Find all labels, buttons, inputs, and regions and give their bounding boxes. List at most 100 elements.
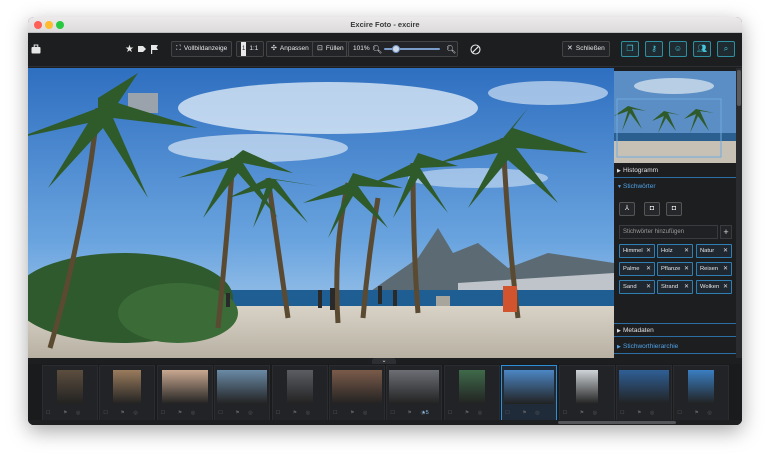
flag-icon[interactable]: ⚑	[63, 410, 67, 416]
keyword-chip[interactable]: Himmel ✕	[619, 244, 655, 258]
remove-keyword-icon[interactable]: ✕	[723, 245, 728, 257]
histogram-section[interactable]: ▶ Histogramm	[614, 164, 736, 178]
key-button[interactable]: ⚷	[645, 41, 663, 57]
flag-icon[interactable]: ⚑	[465, 410, 469, 416]
star-rating[interactable]: ★5	[421, 410, 428, 416]
keyword-chip[interactable]: Wolken ✕	[696, 280, 732, 294]
label-icon[interactable]: ◎	[650, 410, 654, 416]
flag-icon[interactable]: ⚑	[350, 410, 354, 416]
navigator-preview[interactable]	[614, 71, 736, 163]
filmstrip-scrollbar-thumb[interactable]	[558, 421, 676, 424]
checkbox-icon[interactable]: ☐	[563, 410, 567, 416]
face-button[interactable]: ☺	[669, 41, 687, 57]
checkbox-icon[interactable]: ☐	[505, 410, 509, 416]
filmstrip-thumbnail[interactable]: ☐ ⚑ ◎ ★5	[386, 365, 443, 421]
checkbox-icon[interactable]: ☐	[276, 410, 280, 416]
filmstrip-thumbnail[interactable]: ☐ ⚑ ◎	[443, 365, 500, 421]
metadata-section[interactable]: ▶ Metadaten	[614, 323, 736, 337]
people-button[interactable]: 👥︎	[693, 41, 711, 57]
keywords-section[interactable]: ▼ Stichwörter	[614, 180, 736, 194]
checkbox-icon[interactable]: ☐	[46, 410, 50, 416]
filmstrip-scrollbar[interactable]	[28, 420, 742, 425]
panel-scrollbar[interactable]	[736, 68, 742, 358]
checkbox-icon[interactable]: ☐	[620, 410, 624, 416]
remove-keyword-icon[interactable]: ✕	[646, 245, 651, 257]
flag-icon[interactable]: ⚑	[522, 410, 526, 416]
label-icon[interactable]: ◎	[707, 410, 711, 416]
flag-icon[interactable]: ⚑	[407, 410, 411, 416]
flag-icon[interactable]	[150, 44, 159, 57]
fit-button[interactable]: ✣ Anpassen	[266, 41, 314, 57]
keyword-person-button[interactable]: ⅄	[619, 202, 635, 216]
no-compare-icon[interactable]	[470, 44, 481, 58]
checkbox-icon[interactable]: ☐	[333, 410, 337, 416]
keyword-chip[interactable]: Holz ✕	[657, 244, 693, 258]
flag-icon[interactable]: ⚑	[120, 410, 124, 416]
keyword-chip[interactable]: Sand ✕	[619, 280, 655, 294]
label-icon[interactable]: ◎	[363, 410, 367, 416]
fill-button[interactable]: ⊡ Füllen	[312, 41, 349, 57]
remove-keyword-icon[interactable]: ✕	[723, 263, 728, 275]
label-icon[interactable]: ◎	[191, 410, 195, 416]
checkbox-icon[interactable]: ☐	[103, 410, 107, 416]
star-icon[interactable]: ★	[125, 45, 134, 55]
zoom-out-icon[interactable]: 🔍︎	[372, 45, 382, 55]
checkbox-icon[interactable]: ☐	[161, 410, 165, 416]
label-icon[interactable]: ◎	[76, 410, 80, 416]
one-to-one-button[interactable]: 1 1:1	[236, 41, 264, 57]
remove-keyword-icon[interactable]: ✕	[684, 281, 689, 293]
briefcase-icon[interactable]	[31, 44, 41, 57]
remove-keyword-icon[interactable]: ✕	[646, 281, 651, 293]
add-keyword-button[interactable]: +	[720, 225, 732, 239]
thumbnail-image-landscape-road	[217, 370, 268, 404]
keyword-chip[interactable]: Natur ✕	[696, 244, 732, 258]
keyword-chip[interactable]: Pflanze ✕	[657, 262, 693, 276]
filmstrip-thumbnail[interactable]: ☐ ⚑ ◎	[329, 365, 385, 421]
label-icon[interactable]: ◎	[593, 410, 597, 416]
search-button[interactable]: ⌕	[717, 41, 735, 57]
filmstrip-thumbnail[interactable]: ☐ ⚑ ◎	[616, 365, 672, 421]
hierarchy-section[interactable]: ▶ Stichworthierarchie	[614, 340, 736, 354]
label-icon[interactable]: ◎	[478, 410, 482, 416]
filmstrip-thumbnail[interactable]: ☐ ⚑ ◎	[501, 365, 558, 421]
checkbox-icon[interactable]: ☐	[448, 410, 452, 416]
tag-icon[interactable]	[137, 44, 147, 57]
checkbox-icon[interactable]: ☐	[218, 410, 222, 416]
flag-icon[interactable]: ⚑	[178, 410, 182, 416]
filmstrip-thumbnail[interactable]: ☐ ⚑ ◎	[673, 365, 730, 421]
panel-scrollbar-thumb[interactable]	[737, 70, 741, 106]
label-icon[interactable]: ◎	[535, 410, 539, 416]
expand-arrow-icon: ▶	[617, 344, 621, 350]
keyword-chip[interactable]: Palme ✕	[619, 262, 655, 276]
filmstrip-thumbnail[interactable]: ☐ ⚑ ◎	[99, 365, 156, 421]
keyword-input[interactable]: Stichwörter hinzufügen	[619, 225, 718, 239]
image-viewer[interactable]	[28, 68, 614, 358]
keyword-chip[interactable]: Strand ✕	[657, 280, 693, 294]
zoom-in-icon[interactable]: 🔍︎	[446, 45, 456, 55]
keyword-export-button[interactable]: ◘	[666, 202, 682, 216]
label-icon[interactable]: ◎	[248, 410, 252, 416]
filmstrip-thumbnail[interactable]: ☐ ⚑ ◎	[156, 365, 213, 421]
label-icon[interactable]: ◎	[133, 410, 137, 416]
close-view-button[interactable]: ✕ Schließen	[562, 41, 610, 57]
keyword-chip[interactable]: Reisen ✕	[696, 262, 732, 276]
flag-icon[interactable]: ⚑	[637, 410, 641, 416]
remove-keyword-icon[interactable]: ✕	[723, 281, 728, 293]
filmstrip-thumbnail[interactable]: ☐ ⚑ ◎	[214, 365, 271, 421]
keyword-import-button[interactable]: ◘	[644, 202, 660, 216]
remove-keyword-icon[interactable]: ✕	[684, 245, 689, 257]
flag-icon[interactable]: ⚑	[580, 410, 584, 416]
checkbox-icon[interactable]: ☐	[677, 410, 681, 416]
remove-keyword-icon[interactable]: ✕	[684, 263, 689, 275]
checkbox-icon[interactable]: ☐	[390, 410, 394, 416]
flag-icon[interactable]: ⚑	[694, 410, 698, 416]
flag-icon[interactable]: ⚑	[293, 410, 297, 416]
flag-icon[interactable]: ⚑	[235, 410, 239, 416]
filmstrip-thumbnail[interactable]: ☐ ⚑ ◎	[271, 365, 328, 421]
collections-button[interactable]: ❐	[621, 41, 639, 57]
label-icon[interactable]: ◎	[306, 410, 310, 416]
filmstrip-thumbnail[interactable]: ☐ ⚑ ◎	[42, 365, 98, 421]
filmstrip-thumbnail[interactable]: ☐ ⚑ ◎	[558, 365, 615, 421]
remove-keyword-icon[interactable]: ✕	[646, 263, 651, 275]
fullscreen-button[interactable]: ⛶ Vollbildanzeige	[171, 41, 233, 57]
